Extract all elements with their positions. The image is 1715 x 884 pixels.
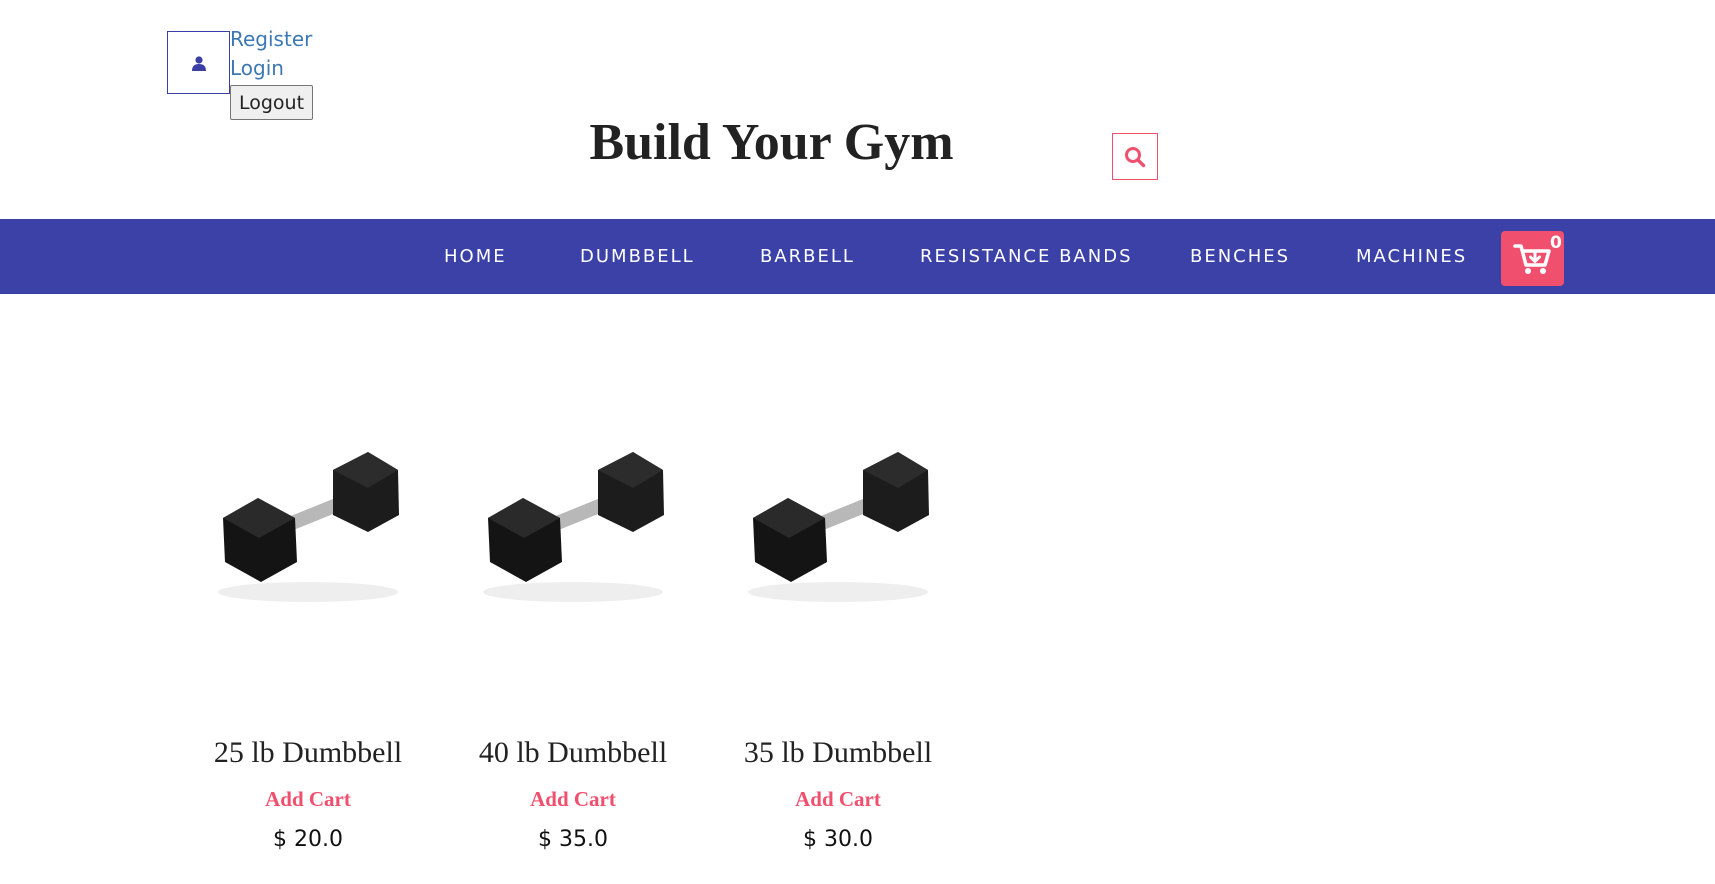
add-cart-button[interactable]: Add Cart bbox=[706, 785, 970, 813]
product-price: $ 35.0 bbox=[538, 827, 608, 852]
product-name: 35 lb Dumbbell bbox=[743, 736, 933, 769]
nav-item-home[interactable]: HOME bbox=[444, 219, 507, 294]
user-account-box[interactable] bbox=[167, 31, 230, 94]
product-name: 25 lb Dumbbell bbox=[213, 736, 403, 769]
main-navbar: HOME DUMBBELL BARBELL RESISTANCE BANDS B… bbox=[0, 219, 1715, 294]
dumbbell-image[interactable] bbox=[203, 430, 413, 615]
product-price: $ 30.0 bbox=[803, 827, 873, 852]
nav-item-resistance-bands[interactable]: RESISTANCE BANDS bbox=[920, 219, 1133, 294]
site-title: Build Your Gym bbox=[589, 114, 954, 171]
login-link[interactable]: Login bbox=[230, 54, 313, 83]
product-card: 40 lb Dumbbell Add Cart $ 35.0 bbox=[441, 430, 705, 855]
user-icon bbox=[191, 55, 206, 71]
product-card: 25 lb Dumbbell Add Cart $ 20.0 bbox=[176, 430, 440, 855]
product-price: $ 20.0 bbox=[273, 827, 343, 852]
nav-item-benches[interactable]: BENCHES bbox=[1190, 219, 1290, 294]
product-name: 40 lb Dumbbell bbox=[478, 736, 668, 769]
dumbbell-image[interactable] bbox=[468, 430, 678, 615]
nav-item-machines[interactable]: MACHINES bbox=[1356, 219, 1467, 294]
auth-links: Register Login Logout bbox=[230, 25, 314, 120]
add-cart-button[interactable]: Add Cart bbox=[441, 785, 705, 813]
nav-item-dumbbell[interactable]: DUMBBELL bbox=[580, 219, 695, 294]
dumbbell-image[interactable] bbox=[733, 430, 943, 615]
cart-icon bbox=[1512, 243, 1551, 274]
search-button[interactable] bbox=[1112, 133, 1158, 180]
register-link[interactable]: Register bbox=[230, 25, 313, 54]
add-cart-button[interactable]: Add Cart bbox=[176, 785, 440, 813]
nav-item-barbell[interactable]: BARBELL bbox=[760, 219, 855, 294]
search-icon bbox=[1125, 146, 1146, 167]
product-card: 35 lb Dumbbell Add Cart $ 30.0 bbox=[706, 430, 970, 855]
cart-count-badge: 0 bbox=[1550, 233, 1562, 253]
